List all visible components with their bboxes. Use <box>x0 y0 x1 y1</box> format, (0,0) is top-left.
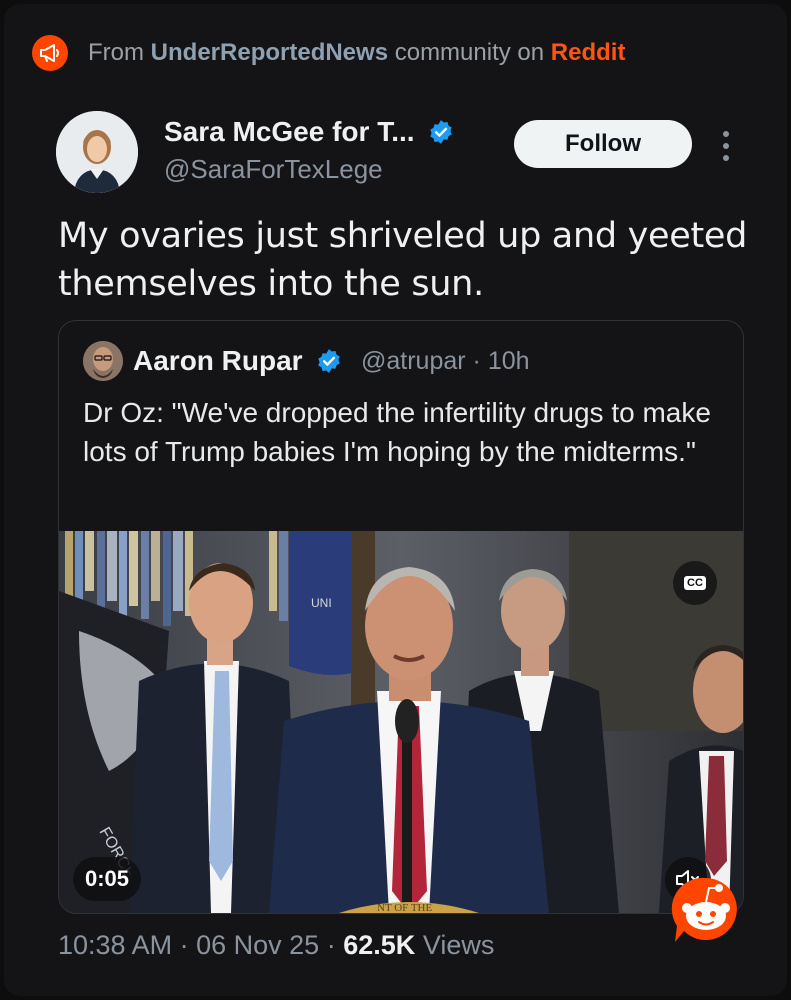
author-name[interactable]: Sara McGee for T... <box>164 116 454 152</box>
views-count: 62.5K <box>343 930 416 960</box>
quoted-author-name-text: Aaron Rupar <box>133 345 303 376</box>
author-name-text: Sara McGee for T... <box>164 116 415 147</box>
video-frame: UNI FORCE NT OF THE <box>59 531 743 913</box>
quoted-separator: · <box>472 347 481 375</box>
quoted-author-handle[interactable]: @atrupar <box>361 347 466 375</box>
podium-text: NT OF THE <box>377 902 432 913</box>
footer-separator: · <box>179 930 189 960</box>
source-text: From UnderReportedNews community on Redd… <box>88 39 625 67</box>
quoted-tweet-text: Dr Oz: "We've dropped the infertility dr… <box>83 397 711 467</box>
video-player[interactable]: UNI FORCE NT OF THE CC 0:05 <box>59 531 743 913</box>
post-card: From UnderReportedNews community on Redd… <box>4 4 787 996</box>
footer-separator: · <box>326 930 336 960</box>
tweet-date[interactable]: 06 Nov 25 <box>196 930 319 960</box>
more-options-icon[interactable] <box>714 128 738 164</box>
quoted-meta: @atrupar · 10h <box>361 347 530 376</box>
tweet-time[interactable]: 10:38 AM <box>58 930 172 960</box>
quoted-time[interactable]: 10h <box>488 347 530 375</box>
author-avatar[interactable] <box>56 111 138 193</box>
flag-text: UNI <box>311 596 332 610</box>
captions-button[interactable]: CC <box>673 561 717 605</box>
follow-button[interactable]: Follow <box>514 120 692 168</box>
video-duration: 0:05 <box>73 857 142 901</box>
reddit-logo-icon <box>671 874 741 946</box>
source-middle: community on <box>394 39 545 66</box>
author-handle[interactable]: @SaraForTexLege <box>164 154 383 185</box>
megaphone-icon <box>32 35 68 71</box>
source-bar: From UnderReportedNews community on Redd… <box>32 34 625 72</box>
quoted-author-name[interactable]: Aaron Rupar <box>133 345 342 381</box>
source-prefix: From <box>88 39 144 66</box>
platform-link[interactable]: Reddit <box>551 39 626 66</box>
cc-label: CC <box>684 576 706 590</box>
tweet-text: My ovaries just shriveled up and yeeted … <box>58 216 748 304</box>
community-link[interactable]: UnderReportedNews <box>151 39 388 66</box>
tweet-footer: 10:38 AM · 06 Nov 25 · 62.5K Views <box>58 930 494 961</box>
quoted-verified-badge-icon <box>316 348 342 381</box>
verified-badge-icon <box>428 119 454 152</box>
views-label: Views <box>422 930 495 960</box>
quoted-author-avatar[interactable] <box>83 341 123 381</box>
quoted-tweet[interactable]: Aaron Rupar @atrupar · 10h Dr Oz: "We've… <box>58 320 744 914</box>
